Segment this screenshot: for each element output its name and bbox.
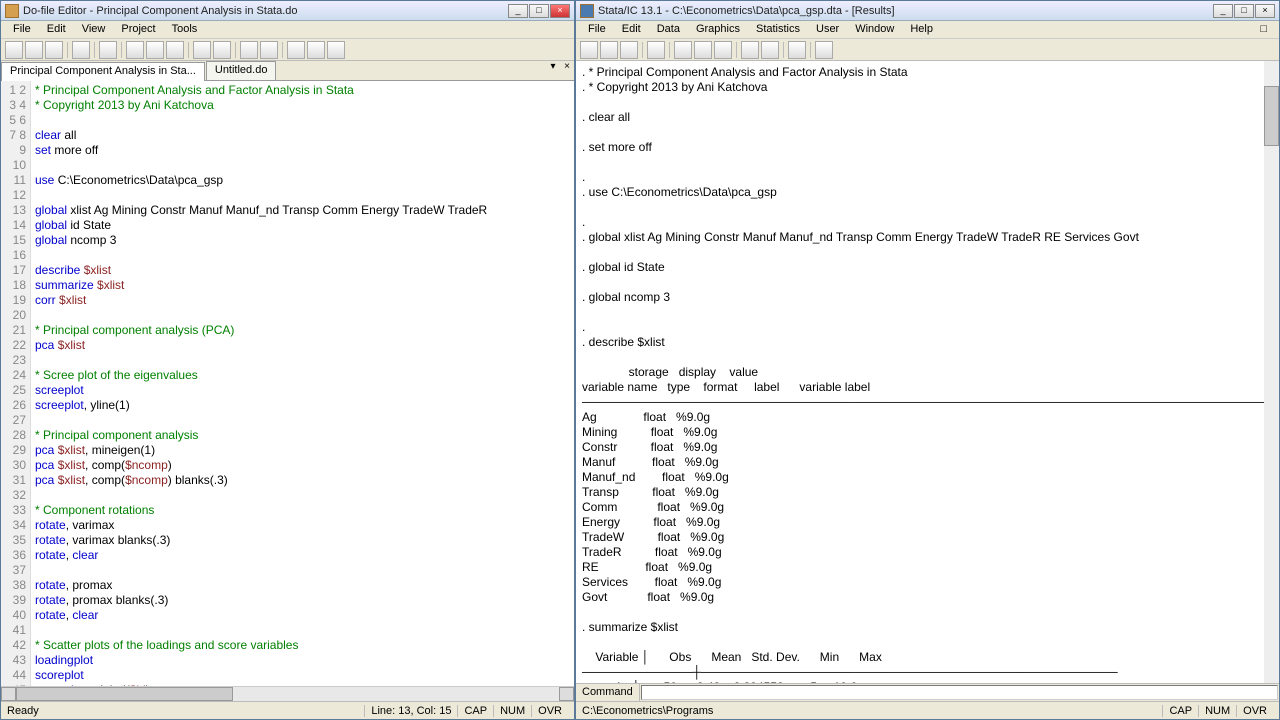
run-selection-icon[interactable] xyxy=(327,41,345,59)
stata-results-window: Stata/IC 13.1 - C:\Econometrics\Data\pca… xyxy=(575,0,1280,720)
print-icon[interactable] xyxy=(620,41,638,59)
menu-statistics[interactable]: Statistics xyxy=(748,21,808,38)
open-icon[interactable] xyxy=(25,41,43,59)
menu-window[interactable]: Window xyxy=(847,21,902,38)
command-input[interactable] xyxy=(641,685,1278,700)
scroll-left-arrow-icon[interactable] xyxy=(1,687,16,701)
stata-title: Stata/IC 13.1 - C:\Econometrics\Data\pca… xyxy=(598,5,1213,17)
find-icon[interactable] xyxy=(99,41,117,59)
cut-icon[interactable] xyxy=(126,41,144,59)
open-icon[interactable] xyxy=(580,41,598,59)
code-content[interactable]: * Principal Component Analysis and Facto… xyxy=(31,81,574,686)
undo-icon[interactable] xyxy=(193,41,211,59)
bookmark-icon[interactable] xyxy=(287,41,305,59)
stata-titlebar[interactable]: Stata/IC 13.1 - C:\Econometrics\Data\pca… xyxy=(576,1,1279,21)
stata-statusbar: C:\Econometrics\Programs CAP NUM OVR xyxy=(576,701,1279,719)
run-icon[interactable] xyxy=(307,41,325,59)
save-icon[interactable] xyxy=(45,41,63,59)
new-icon[interactable] xyxy=(5,41,23,59)
print-icon[interactable] xyxy=(72,41,90,59)
tab[interactable]: Principal Component Analysis in Sta... xyxy=(1,62,205,81)
menu-data[interactable]: Data xyxy=(649,21,688,38)
status-num: NUM xyxy=(493,705,531,717)
status-ready: Ready xyxy=(7,705,39,717)
data-editor-icon[interactable] xyxy=(741,41,759,59)
data-browser-icon[interactable] xyxy=(761,41,779,59)
log-icon[interactable] xyxy=(647,41,665,59)
restore-child-icon[interactable]: □ xyxy=(941,21,1275,38)
menu-file[interactable]: File xyxy=(5,21,39,38)
code-editor[interactable]: 1 2 3 4 5 6 7 8 9 10 11 12 13 14 15 16 1… xyxy=(1,81,574,686)
command-label: Command xyxy=(576,684,640,701)
minimize-button[interactable]: _ xyxy=(1213,4,1233,18)
menu-user[interactable]: User xyxy=(808,21,847,38)
menu-tools[interactable]: Tools xyxy=(164,21,206,38)
horizontal-scrollbar[interactable] xyxy=(1,686,574,701)
dofile-title: Do-file Editor - Principal Component Ana… xyxy=(23,5,508,17)
line-gutter: 1 2 3 4 5 6 7 8 9 10 11 12 13 14 15 16 1… xyxy=(1,81,31,686)
stata-menubar: FileEditDataGraphicsStatisticsUserWindow… xyxy=(576,21,1279,39)
scroll-thumb[interactable] xyxy=(16,687,233,701)
save-icon[interactable] xyxy=(600,41,618,59)
outdent-icon[interactable] xyxy=(260,41,278,59)
tab-dropdown-icon[interactable]: ▾ xyxy=(546,61,560,80)
dofile-tabbar: Principal Component Analysis in Sta...Un… xyxy=(1,61,574,81)
dofile-icon[interactable] xyxy=(714,41,732,59)
command-bar: Command xyxy=(576,683,1279,701)
dofile-editor-window: Do-file Editor - Principal Component Ana… xyxy=(0,0,575,720)
vertical-scrollbar[interactable] xyxy=(1264,61,1279,683)
redo-icon[interactable] xyxy=(213,41,231,59)
menu-graphics[interactable]: Graphics xyxy=(688,21,748,38)
status-cap: CAP xyxy=(457,705,493,717)
close-button[interactable]: × xyxy=(550,4,570,18)
dofile-titlebar[interactable]: Do-file Editor - Principal Component Ana… xyxy=(1,1,574,21)
dofile-app-icon xyxy=(5,4,19,18)
stata-app-icon xyxy=(580,4,594,18)
dofile-toolbar xyxy=(1,39,574,61)
status-ovr: OVR xyxy=(531,705,568,717)
viewer-icon[interactable] xyxy=(674,41,692,59)
results-viewer[interactable]: . * Principal Component Analysis and Fac… xyxy=(576,61,1279,683)
maximize-button[interactable]: □ xyxy=(1234,4,1254,18)
dofile-statusbar: Ready Line: 13, Col: 15 CAP NUM OVR xyxy=(1,701,574,719)
tab[interactable]: Untitled.do xyxy=(206,61,277,80)
status-num: NUM xyxy=(1198,705,1236,717)
variables-icon[interactable] xyxy=(788,41,806,59)
close-button[interactable]: × xyxy=(1255,4,1275,18)
scroll-thumb[interactable] xyxy=(1264,86,1279,146)
menu-edit[interactable]: Edit xyxy=(39,21,74,38)
tab-close-icon[interactable]: × xyxy=(560,61,574,80)
status-cap: CAP xyxy=(1162,705,1198,717)
copy-icon[interactable] xyxy=(146,41,164,59)
menu-edit[interactable]: Edit xyxy=(614,21,649,38)
status-position: Line: 13, Col: 15 xyxy=(364,705,457,717)
menu-help[interactable]: Help xyxy=(902,21,941,38)
break-icon[interactable] xyxy=(815,41,833,59)
paste-icon[interactable] xyxy=(166,41,184,59)
status-ovr: OVR xyxy=(1236,705,1273,717)
dofile-menubar: FileEditViewProjectTools xyxy=(1,21,574,39)
graph-icon[interactable] xyxy=(694,41,712,59)
minimize-button[interactable]: _ xyxy=(508,4,528,18)
stata-toolbar xyxy=(576,39,1279,61)
scroll-right-arrow-icon[interactable] xyxy=(559,687,574,701)
menu-file[interactable]: File xyxy=(580,21,614,38)
maximize-button[interactable]: □ xyxy=(529,4,549,18)
indent-icon[interactable] xyxy=(240,41,258,59)
status-path: C:\Econometrics\Programs xyxy=(582,705,713,717)
menu-view[interactable]: View xyxy=(74,21,114,38)
menu-project[interactable]: Project xyxy=(113,21,163,38)
